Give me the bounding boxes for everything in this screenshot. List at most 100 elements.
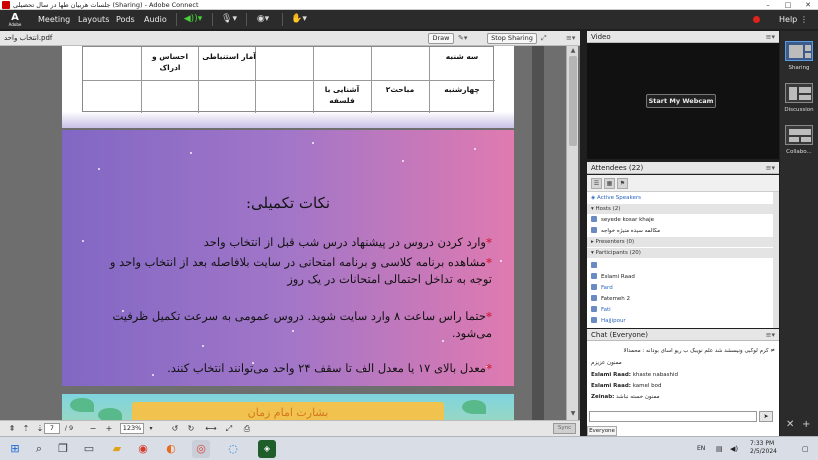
notification-icon[interactable]: ▢ <box>802 445 809 453</box>
video-pod-options-icon[interactable]: ≡▾ <box>766 31 775 43</box>
chat-send-icon[interactable]: ➤ <box>759 411 773 422</box>
record-indicator-icon[interactable] <box>753 16 760 23</box>
hosts-group-header[interactable]: ▾ Hosts (2) <box>587 204 773 214</box>
layout-discussion-thumbnail[interactable] <box>785 83 813 103</box>
page-total: / 9 <box>64 424 74 432</box>
participant-avatar-icon <box>591 284 597 290</box>
zoom-in-icon[interactable]: + <box>102 423 116 434</box>
menu-layouts[interactable]: Layouts <box>78 10 109 29</box>
attendee-row[interactable]: Hajjipour <box>587 316 773 326</box>
attendees-pod-header: Attendees (22) ≡▾ <box>587 162 779 174</box>
attendee-row[interactable] <box>587 261 773 271</box>
zoom-dropdown-icon[interactable]: ▾ <box>146 423 156 434</box>
pod-options-icon[interactable]: ≡▾ <box>566 33 575 44</box>
layout-collaboration-thumbnail[interactable] <box>785 125 813 145</box>
participants-group-header[interactable]: ▾ Participants (20) <box>587 248 773 258</box>
list-view-icon[interactable]: ☰ <box>591 178 602 189</box>
active-speakers-row[interactable]: ◈ Active Speakers <box>587 193 773 203</box>
task-view-icon[interactable]: ❐ <box>54 440 72 458</box>
fit-width-icon[interactable]: ⟷ <box>204 423 218 434</box>
chat-message-input[interactable] <box>589 411 757 422</box>
scroll-down-icon[interactable]: ▼ <box>567 410 579 417</box>
windows-start-icon[interactable]: ⊞ <box>6 440 24 458</box>
attendees-scrollbar[interactable] <box>773 192 779 328</box>
sync-button[interactable]: Sync <box>553 423 576 434</box>
chat-text: khaste nabashid <box>630 372 678 378</box>
tray-volume-icon[interactable]: ◀) <box>730 445 738 453</box>
document-scrollbar[interactable]: ▲ ▼ <box>566 46 578 420</box>
attendee-row[interactable]: Fard <box>587 283 773 293</box>
chrome-icon[interactable]: ◎ <box>192 440 210 458</box>
menu-audio[interactable]: Audio <box>144 10 167 29</box>
minimize-button[interactable]: – <box>758 0 778 10</box>
add-layout-icon[interactable]: + <box>802 419 810 430</box>
layout-collaboration-label[interactable]: Collabo... <box>780 149 818 155</box>
menu-bar: A Adobe Meeting Layouts Pods Audio ◀))▾ … <box>0 10 818 43</box>
pin-icon[interactable]: ✕ <box>786 419 794 430</box>
file-explorer-icon[interactable]: ▭ <box>80 440 98 458</box>
media-player-icon[interactable]: ◉ <box>134 440 152 458</box>
fit-page-icon[interactable]: ⤢ <box>222 423 236 434</box>
prev-page-icon[interactable]: ⇡ <box>20 423 32 434</box>
attendees-pod-options-icon[interactable]: ≡▾ <box>766 162 775 174</box>
layout-sharing-thumbnail[interactable] <box>785 41 813 61</box>
raise-hand-icon[interactable]: ✋▾ <box>288 13 310 26</box>
first-page-icon[interactable]: ⇞ <box>6 423 18 434</box>
menu-meeting[interactable]: Meeting <box>38 10 70 29</box>
note-text: مشاهده برنامه کلاسی و برنامه امتحانی در … <box>109 255 492 286</box>
print-icon[interactable]: ⎙ <box>240 423 254 434</box>
attendee-row[interactable]: Fati <box>587 305 773 315</box>
edge-icon[interactable]: ◌ <box>224 440 242 458</box>
attendee-row[interactable]: Eslami Raad <box>587 272 773 282</box>
layout-block <box>789 45 803 58</box>
folder-icon[interactable]: ▰ <box>108 440 126 458</box>
language-indicator[interactable]: EN <box>697 445 705 453</box>
zoom-level-select[interactable]: 123% <box>120 423 144 434</box>
speaker-icon[interactable]: ◀))▾ <box>182 13 204 26</box>
attendee-row[interactable]: مکالمه سیده منیژه خواجه <box>587 226 773 236</box>
document-viewer[interactable]: سه شنبه آمار استنباطی احساس و ادراک چهار… <box>0 46 580 424</box>
adobe-logo-sub: Adobe <box>8 22 22 27</box>
note-item: *مشاهده برنامه کلاسی و برنامه امتحانی در… <box>92 254 492 288</box>
adobe-connect-taskbar-icon[interactable]: ◈ <box>258 440 276 458</box>
attendees-pod-title: Attendees <box>591 164 627 172</box>
grid-view-icon[interactable]: ▦ <box>604 178 615 189</box>
maximize-button[interactable]: □ <box>778 0 798 10</box>
scroll-thumb[interactable] <box>569 56 577 146</box>
clock-date[interactable]: 2/5/2024 <box>750 448 777 456</box>
chat-pod-options-icon[interactable]: ≡▾ <box>766 329 775 341</box>
annotation-tool-icon[interactable]: ✎▾ <box>458 33 467 44</box>
layout-discussion-label[interactable]: Discussion <box>780 107 818 113</box>
clock-time[interactable]: 7:33 PM <box>750 440 774 448</box>
layout-block <box>801 137 811 142</box>
tray-wifi-icon[interactable]: ▤ <box>716 445 723 453</box>
attendee-row[interactable]: seyede kosar khaje <box>587 215 773 225</box>
page-number-input[interactable]: 7 <box>44 423 60 434</box>
webcam-icon[interactable]: ◉▾ <box>252 13 274 26</box>
close-window-button[interactable]: ✕ <box>798 0 818 10</box>
note-text: وارد کردن دروس در پیشنهاد درس شب قبل از … <box>203 235 486 249</box>
menu-pods[interactable]: Pods <box>116 10 135 29</box>
menu-help[interactable]: Help <box>779 10 797 29</box>
host-avatar-icon <box>591 216 597 222</box>
firefox-icon[interactable]: ◐ <box>162 440 180 458</box>
layout-block <box>789 87 797 100</box>
microphone-icon[interactable]: 🎙▾ <box>218 13 240 26</box>
presenters-group-header[interactable]: ▸ Presenters (0) <box>587 237 773 247</box>
search-icon[interactable]: ⌕ <box>30 440 48 458</box>
chat-tab-everyone[interactable]: Everyone <box>587 426 617 436</box>
rotate-left-icon[interactable]: ↺ <box>168 423 182 434</box>
breakout-icon[interactable]: ⚑ <box>617 178 628 189</box>
scroll-up-icon[interactable]: ▲ <box>567 47 579 54</box>
fullscreen-icon[interactable]: ⤢ <box>541 33 547 44</box>
zoom-out-icon[interactable]: − <box>86 423 100 434</box>
note-bullet: * <box>485 309 492 323</box>
draw-button[interactable]: Draw <box>428 33 454 44</box>
participant-avatar-icon <box>591 262 597 268</box>
start-webcam-button[interactable]: Start My Webcam <box>646 94 716 108</box>
layout-sharing-label[interactable]: Sharing <box>780 65 818 71</box>
menu-more-icon[interactable]: ⋮ ▤ <box>800 10 818 43</box>
stop-sharing-button[interactable]: Stop Sharing <box>487 33 537 44</box>
attendee-row[interactable]: Fatemeh 2 <box>587 294 773 304</box>
rotate-right-icon[interactable]: ↻ <box>184 423 198 434</box>
